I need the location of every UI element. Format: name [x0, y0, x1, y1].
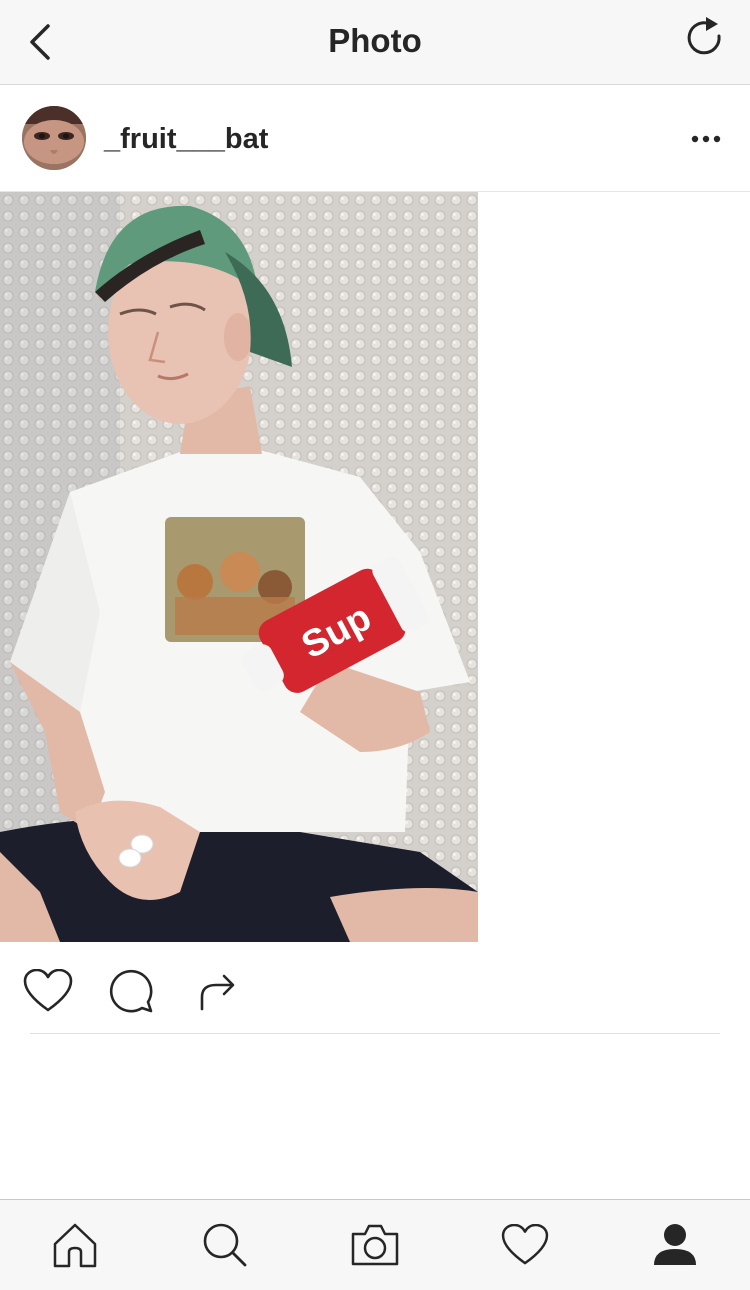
share-icon: [200, 974, 235, 1011]
profile-icon: [654, 1224, 696, 1265]
post-header: _fruit___bat: [0, 85, 750, 192]
share-button[interactable]: [189, 964, 243, 1018]
search-icon: [203, 1223, 247, 1267]
post-actions: [0, 960, 750, 1020]
post-photo[interactable]: Sup: [0, 192, 478, 942]
avatar-image: [22, 106, 86, 170]
divider: [30, 1033, 720, 1034]
heart-icon: [501, 1224, 549, 1265]
tab-camera[interactable]: [348, 1218, 402, 1272]
heart-icon: [23, 969, 73, 1012]
post-photo-image: Sup: [0, 192, 478, 942]
more-horizontal-icon: [691, 135, 721, 143]
bottom-tab-bar: [0, 1199, 750, 1290]
page-title: Photo: [328, 22, 422, 59]
refresh-button[interactable]: [682, 16, 726, 60]
camera-icon: [351, 1224, 399, 1266]
home-icon: [53, 1223, 97, 1268]
like-button[interactable]: [21, 964, 75, 1018]
tab-profile[interactable]: [648, 1218, 702, 1272]
tab-activity[interactable]: [498, 1218, 552, 1272]
username[interactable]: _fruit___bat: [104, 123, 268, 156]
more-options-button[interactable]: [684, 121, 728, 157]
refresh-icon: [687, 17, 721, 55]
comment-button[interactable]: [104, 964, 158, 1018]
tab-home[interactable]: [48, 1218, 102, 1272]
top-nav-bar: Photo: [0, 0, 750, 85]
avatar[interactable]: [22, 106, 86, 170]
comment-icon: [109, 969, 153, 1013]
tab-search[interactable]: [198, 1218, 252, 1272]
